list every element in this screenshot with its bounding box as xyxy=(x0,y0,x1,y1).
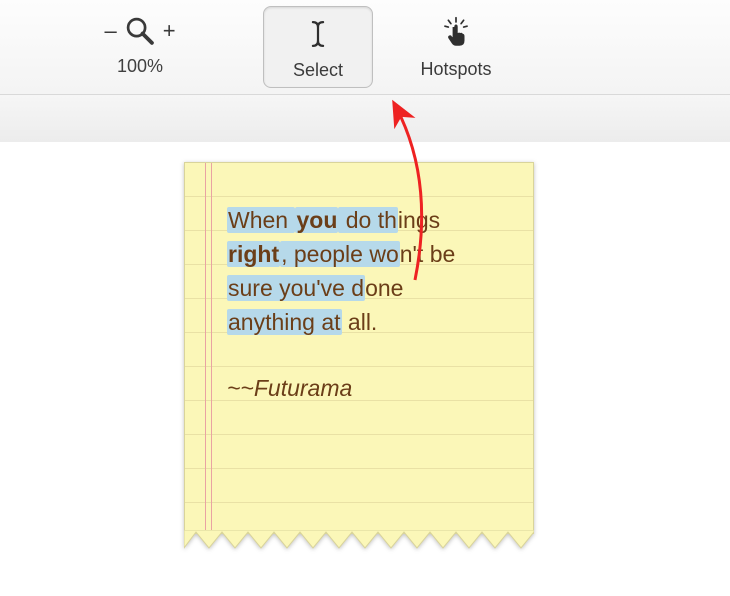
note-text-seg: When xyxy=(227,207,295,233)
secondary-toolbar xyxy=(0,95,730,144)
note-text-seg: n't be xyxy=(400,241,456,267)
note-text-seg: right xyxy=(227,241,280,267)
note-text-seg: do th xyxy=(338,207,398,233)
note-attribution: ~~Futurama xyxy=(227,375,505,402)
hotspots-tool-label: Hotspots xyxy=(420,59,491,80)
zoom-control: – + 100% xyxy=(75,8,205,77)
note-text-seg: sure you've d xyxy=(227,275,365,301)
note-text-seg: one xyxy=(365,275,403,301)
hotspots-tool-button[interactable]: Hotspots xyxy=(402,6,510,86)
note-text[interactable]: When you do things right, people won't b… xyxy=(227,203,505,339)
text-cursor-icon xyxy=(301,14,335,54)
note-text-seg: ings xyxy=(398,207,440,233)
note-text-seg: , people wo xyxy=(280,241,400,267)
sticky-note[interactable]: When you do things right, people won't b… xyxy=(184,162,534,552)
zoom-out-button[interactable]: – xyxy=(104,20,116,42)
note-torn-edge xyxy=(184,530,534,552)
note-text-seg: anything at xyxy=(227,309,342,335)
note-text-seg: all. xyxy=(342,309,378,335)
magnifier-icon xyxy=(123,14,157,48)
tap-hand-icon xyxy=(439,13,473,53)
zoom-in-button[interactable]: + xyxy=(163,20,176,42)
editor-canvas[interactable]: When you do things right, people won't b… xyxy=(0,142,730,596)
main-toolbar: – + 100% Select xyxy=(0,0,730,95)
select-tool-button[interactable]: Select xyxy=(263,6,373,88)
select-tool-label: Select xyxy=(293,60,343,81)
zoom-level-label: 100% xyxy=(75,56,205,77)
note-text-seg: you xyxy=(295,207,338,233)
